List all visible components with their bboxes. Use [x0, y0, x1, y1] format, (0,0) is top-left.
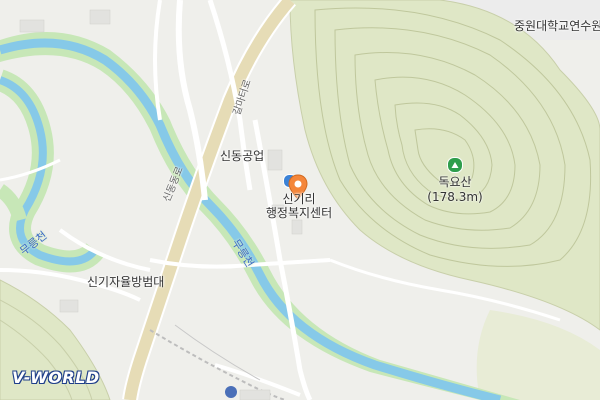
place-label-patrol[interactable]: 신기자율방범대 — [87, 275, 164, 289]
map-canvas[interactable]: 중원대학교연수원 독요산 (178.3m) 신동공업 신기리 행정복지센터 신기… — [0, 0, 600, 400]
mountain-label[interactable]: 독요산 (178.3m) — [418, 175, 492, 205]
office-label-line2: 행정복지센터 — [265, 206, 333, 220]
bus-stop-icon[interactable] — [225, 386, 237, 398]
poi-label-yeonsuwon[interactable]: 중원대학교연수원 — [514, 19, 600, 33]
office-label-line1: 신기리 — [282, 192, 316, 206]
mountain-elevation: (178.3m) — [427, 190, 483, 204]
place-label-industry[interactable]: 신동공업 — [220, 149, 264, 163]
mountain-terrain — [289, 0, 600, 331]
office-label[interactable]: 신기리 행정복지센터 — [254, 192, 344, 220]
mountain-peak-icon — [447, 157, 463, 173]
vworld-logo: V-WORLD — [12, 368, 100, 387]
mountain-name: 독요산 — [438, 175, 472, 189]
